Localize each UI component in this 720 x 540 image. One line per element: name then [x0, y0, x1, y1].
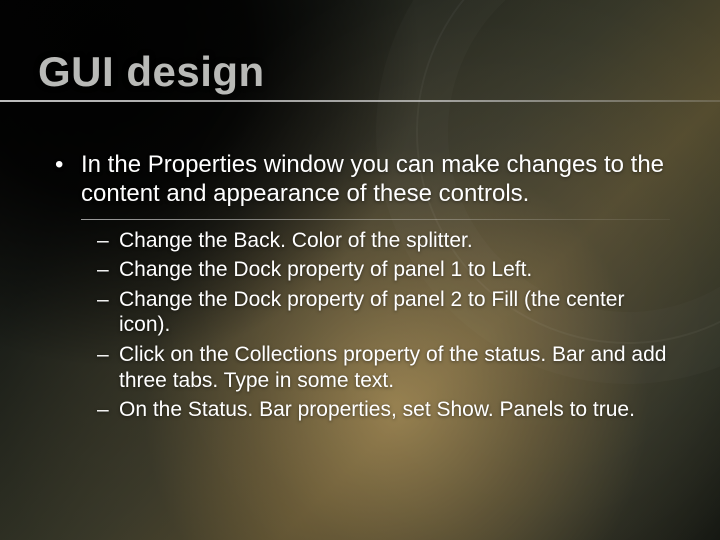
sub-bullet-item: – On the Status. Bar properties, set Sho… — [97, 397, 670, 423]
dash-icon: – — [97, 257, 119, 283]
slide-title: GUI design — [38, 48, 265, 96]
sub-bullet-text: Change the Dock property of panel 1 to L… — [119, 257, 670, 283]
content-underline — [81, 219, 670, 220]
slide: GUI design • In the Properties window yo… — [0, 0, 720, 540]
dash-icon: – — [97, 228, 119, 254]
sub-bullet-item: – Change the Back. Color of the splitter… — [97, 228, 670, 254]
dash-icon: – — [97, 342, 119, 393]
slide-content: • In the Properties window you can make … — [55, 150, 670, 427]
sub-bullet-item: – Click on the Collections property of t… — [97, 342, 670, 393]
dash-icon: – — [97, 287, 119, 338]
sub-bullet-text: Change the Dock property of panel 2 to F… — [119, 287, 670, 338]
bullet-level1-text: In the Properties window you can make ch… — [81, 150, 670, 209]
bullet-level1: • In the Properties window you can make … — [55, 150, 670, 209]
dash-icon: – — [97, 397, 119, 423]
sub-bullet-text: On the Status. Bar properties, set Show.… — [119, 397, 670, 423]
bullet-dot-icon: • — [55, 150, 81, 209]
sub-bullet-text: Click on the Collections property of the… — [119, 342, 670, 393]
sub-bullet-item: – Change the Dock property of panel 1 to… — [97, 257, 670, 283]
title-underline — [0, 100, 720, 102]
sub-bullet-item: – Change the Dock property of panel 2 to… — [97, 287, 670, 338]
sub-bullet-list: – Change the Back. Color of the splitter… — [97, 228, 670, 423]
sub-bullet-text: Change the Back. Color of the splitter. — [119, 228, 670, 254]
